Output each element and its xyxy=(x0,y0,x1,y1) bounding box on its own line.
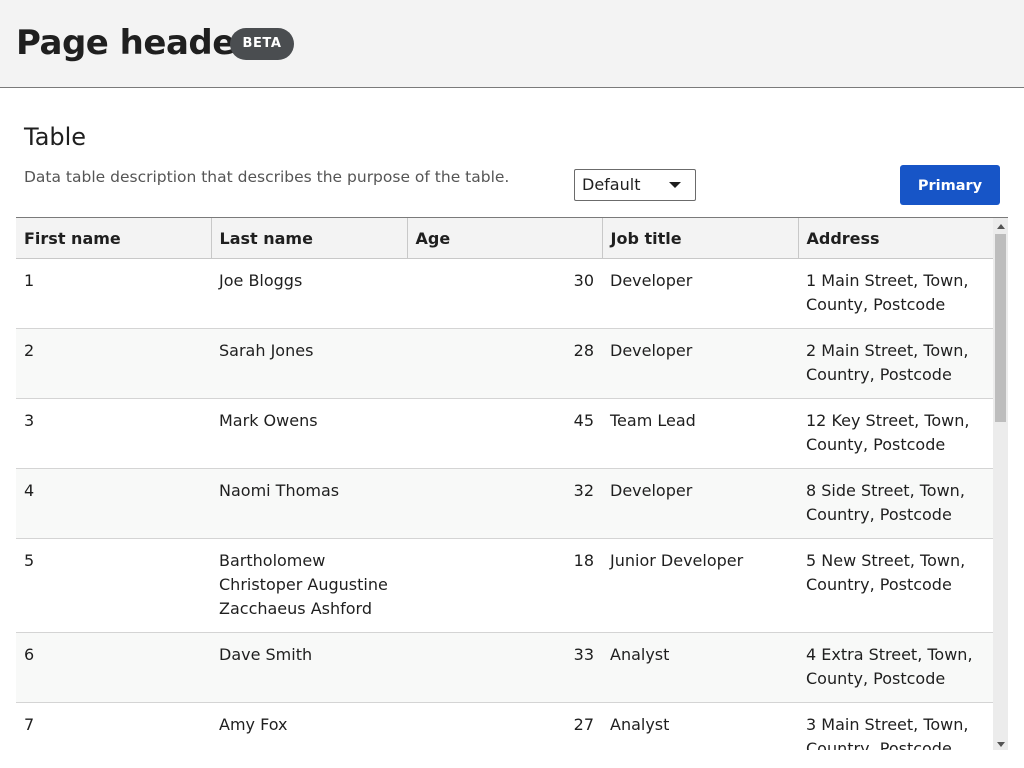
column-header-age[interactable]: Age xyxy=(407,218,603,259)
cell-job-title: Analyst xyxy=(602,702,798,750)
cell-age: 28 xyxy=(407,328,602,399)
cell-last-name: Mark Owens xyxy=(211,398,407,469)
table-row[interactable]: 4 Naomi Thomas 32 Developer 8 Side Stree… xyxy=(16,468,993,539)
cell-first-name: 4 xyxy=(16,468,211,539)
primary-button[interactable]: Primary xyxy=(900,165,1000,205)
cell-last-name: Naomi Thomas xyxy=(211,468,407,539)
cell-first-name: 7 xyxy=(16,702,211,750)
cell-address: 4 Extra Street, Town, County, Postcode xyxy=(798,632,993,703)
table-description: Data table description that describes th… xyxy=(24,168,510,186)
scrollbar-thumb[interactable] xyxy=(995,234,1006,422)
table-row[interactable]: 1 Joe Bloggs 30 Developer 1 Main Street,… xyxy=(16,258,993,329)
cell-first-name: 3 xyxy=(16,398,211,469)
cell-age: 30 xyxy=(407,258,602,329)
table-header-row: First name Last name Age Job title Addre… xyxy=(16,218,993,259)
cell-job-title: Developer xyxy=(602,328,798,399)
cell-last-name: Dave Smith xyxy=(211,632,407,703)
cell-last-name: Sarah Jones xyxy=(211,328,407,399)
cell-last-name: Amy Fox xyxy=(211,702,407,750)
table-row[interactable]: 6 Dave Smith 33 Analyst 4 Extra Street, … xyxy=(16,632,993,703)
cell-job-title: Team Lead xyxy=(602,398,798,469)
cell-job-title: Developer xyxy=(602,258,798,329)
column-header-last-name[interactable]: Last name xyxy=(211,218,408,259)
cell-address: 5 New Street, Town, Country, Postcode xyxy=(798,538,993,633)
cell-job-title: Analyst xyxy=(602,632,798,703)
view-select[interactable]: Default xyxy=(574,169,696,201)
cell-last-name: Joe Bloggs xyxy=(211,258,407,329)
page-header: Page header BETA xyxy=(0,0,1024,88)
data-table-container: First name Last name Age Job title Addre… xyxy=(16,217,1008,750)
column-header-address[interactable]: Address xyxy=(798,218,993,259)
cell-first-name: 2 xyxy=(16,328,211,399)
cell-age: 27 xyxy=(407,702,602,750)
arrow-up-icon[interactable] xyxy=(997,224,1005,229)
cell-address: 3 Main Street, Town, Country, Postcode xyxy=(798,702,993,750)
table-row[interactable]: 3 Mark Owens 45 Team Lead 12 Key Street,… xyxy=(16,398,993,469)
cell-first-name: 6 xyxy=(16,632,211,703)
table-row[interactable]: 2 Sarah Jones 28 Developer 2 Main Street… xyxy=(16,328,993,399)
cell-address: 12 Key Street, Town, County, Postcode xyxy=(798,398,993,469)
cell-address: 1 Main Street, Town, County, Postcode xyxy=(798,258,993,329)
cell-age: 32 xyxy=(407,468,602,539)
arrow-down-icon[interactable] xyxy=(997,742,1005,747)
cell-first-name: 5 xyxy=(16,538,211,633)
cell-age: 33 xyxy=(407,632,602,703)
table-row[interactable]: 5 Bartholomew Christoper Augustine Zacch… xyxy=(16,538,993,633)
table-row[interactable]: 7 Amy Fox 27 Analyst 3 Main Street, Town… xyxy=(16,702,993,750)
cell-last-name: Bartholomew Christoper Augustine Zacchae… xyxy=(211,538,407,633)
view-select-value: Default xyxy=(582,175,641,194)
cell-job-title: Developer xyxy=(602,468,798,539)
vertical-scrollbar[interactable] xyxy=(993,218,1008,750)
chevron-down-icon xyxy=(669,182,681,188)
page-title: Page header xyxy=(16,23,252,63)
data-table: First name Last name Age Job title Addre… xyxy=(16,218,993,750)
section-title: Table xyxy=(24,123,87,151)
cell-address: 8 Side Street, Town, Country, Postcode xyxy=(798,468,993,539)
cell-age: 45 xyxy=(407,398,602,469)
cell-address: 2 Main Street, Town, Country, Postcode xyxy=(798,328,993,399)
beta-badge: BETA xyxy=(230,28,294,60)
cell-job-title: Junior Developer xyxy=(602,538,798,633)
cell-first-name: 1 xyxy=(16,258,211,329)
column-header-first-name[interactable]: First name xyxy=(16,218,212,259)
column-header-job-title[interactable]: Job title xyxy=(602,218,799,259)
cell-age: 18 xyxy=(407,538,602,633)
